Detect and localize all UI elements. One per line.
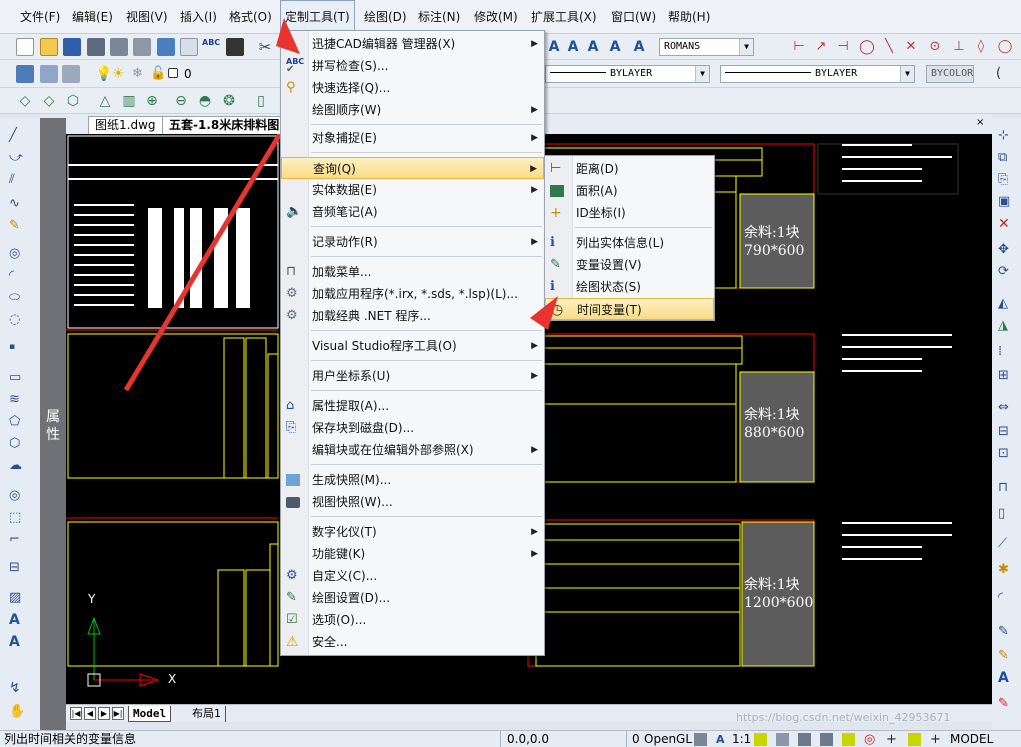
annotation-overlay	[276, 18, 558, 330]
arrowhead-2	[530, 296, 558, 330]
arrowhead-1	[276, 18, 300, 54]
